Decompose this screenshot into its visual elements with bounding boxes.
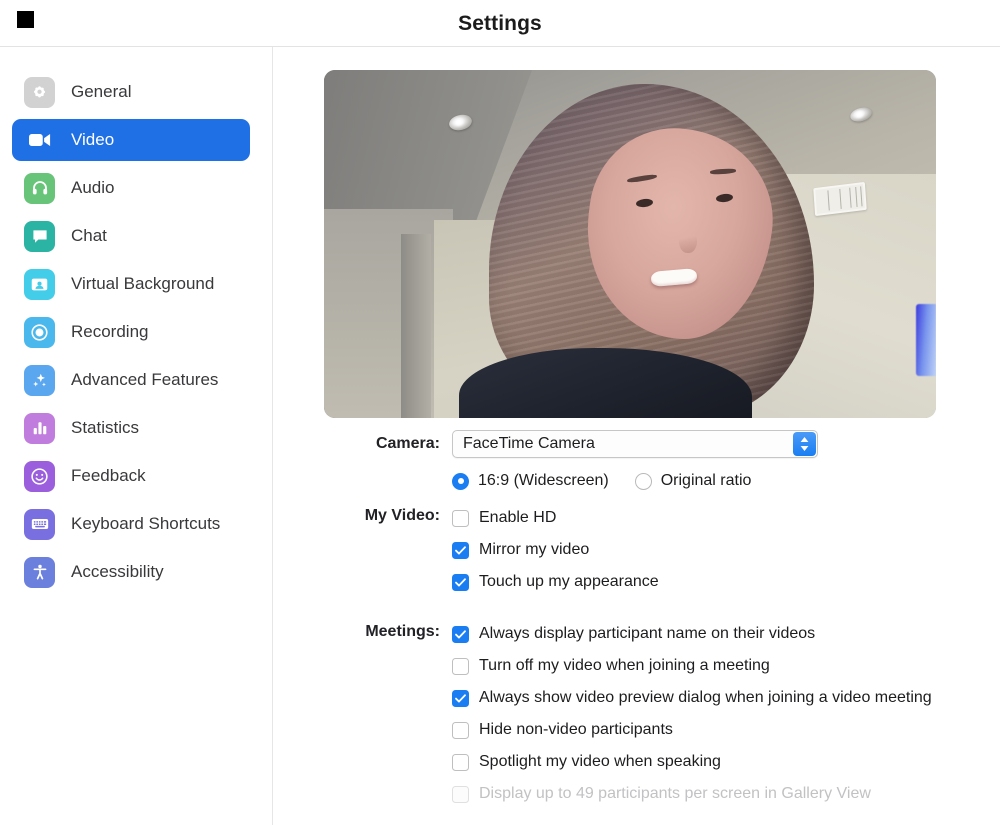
settings-window: Settings General Video Audio Chat Virtual Ba…	[0, 0, 1000, 825]
checkbox-enable-hd[interactable]	[452, 509, 469, 527]
my-video-row: My Video: Enable HD Mirror my video Touch …	[274, 502, 1000, 598]
sidebar-item-label: Feedback	[71, 466, 146, 485]
meetings-label: Meetings:	[365, 623, 440, 640]
checkbox-label: Always show video preview dialog when jo…	[479, 689, 932, 706]
accessibility-icon	[24, 556, 55, 588]
checkbox-mirror-my-video[interactable]	[452, 541, 469, 559]
sparkles-icon	[24, 364, 55, 396]
aspect-radio-original[interactable]	[634, 472, 652, 490]
camera-select[interactable]: FaceTime Camera	[452, 430, 818, 458]
person-card-icon	[24, 268, 55, 300]
sidebar-item-audio[interactable]: Audio	[12, 167, 250, 209]
blue-object	[916, 304, 936, 377]
sidebar-item-label: Audio	[71, 178, 115, 197]
sidebar: General Video Audio Chat Virtual Background R…	[0, 47, 273, 825]
my-video-options: Enable HD Mirror my video Touch up my appe…	[452, 502, 1000, 598]
checkbox-touch-up-my-appearance[interactable]	[452, 573, 469, 591]
camera-label: Camera:	[375, 435, 440, 452]
gear-icon	[24, 76, 55, 108]
checkbox-row[interactable]: Hide non-video participants	[452, 714, 1000, 746]
meetings-options: Always display participant name on their…	[452, 618, 1000, 810]
nose	[678, 226, 697, 253]
camera-row: Camera: FaceTime Camera 16:9 (Widescreen…	[274, 430, 1000, 490]
chevron-up-down-icon[interactable]	[793, 432, 816, 456]
sidebar-item-label: Accessibility	[71, 562, 164, 581]
sidebar-item-feedback[interactable]: Feedback	[12, 455, 250, 497]
keyboard-icon	[24, 508, 55, 540]
checkbox-label: Display up to 49 participants per screen…	[479, 785, 871, 802]
checkbox-row[interactable]: Mirror my video	[452, 534, 1000, 566]
my-video-label: My Video:	[364, 507, 440, 524]
checkbox-turn-off-my-video-when-joining-a-meeting[interactable]	[452, 657, 469, 675]
sidebar-item-advanced-features[interactable]: Advanced Features	[12, 359, 250, 401]
checkbox-row[interactable]: Always show video preview dialog when jo…	[452, 682, 1000, 714]
aspect-radio-label: 16:9 (Widescreen)	[478, 472, 609, 489]
sidebar-item-label: General	[71, 82, 132, 101]
checkbox-label: Touch up my appearance	[479, 573, 659, 590]
checkbox-row: Display up to 49 participants per screen…	[452, 778, 1000, 810]
checkbox-label: Mirror my video	[479, 541, 590, 558]
sidebar-item-label: Recording	[71, 322, 149, 341]
record-circle-icon	[24, 316, 55, 348]
sidebar-item-accessibility[interactable]: Accessibility	[12, 551, 250, 593]
title-bar: Settings	[0, 0, 1000, 47]
checkbox-label: Hide non-video participants	[479, 721, 673, 738]
checkbox-row[interactable]: Spotlight my video when speaking	[452, 746, 1000, 778]
sidebar-item-chat[interactable]: Chat	[12, 215, 250, 257]
checkbox-label: Turn off my video when joining a meeting	[479, 657, 770, 674]
checkbox-always-display-participant-name-on-their-videos[interactable]	[452, 625, 469, 643]
checkbox-display-up-to-49-participants-per-screen-in-gallery-view	[452, 785, 469, 803]
checkbox-label: Spotlight my video when speaking	[479, 753, 721, 770]
checkbox-row[interactable]: Turn off my video when joining a meeting	[452, 650, 1000, 682]
main-panel: Camera: FaceTime Camera 16:9 (Widescreen…	[274, 47, 1000, 825]
sidebar-item-recording[interactable]: Recording	[12, 311, 250, 353]
sidebar-item-label: Virtual Background	[71, 274, 215, 293]
sidebar-item-label: Keyboard Shortcuts	[71, 514, 221, 533]
sidebar-item-virtual-background[interactable]: Virtual Background	[12, 263, 250, 305]
page-title: Settings	[458, 11, 542, 35]
sidebar-item-statistics[interactable]: Statistics	[12, 407, 250, 449]
sidebar-item-label: Statistics	[71, 418, 140, 437]
checkbox-spotlight-my-video-when-speaking[interactable]	[452, 753, 469, 771]
checkbox-hide-non-video-participants[interactable]	[452, 721, 469, 739]
headphones-icon	[24, 172, 55, 204]
bar-chart-icon	[24, 412, 55, 444]
aspect-radio-label: Original ratio	[660, 472, 752, 489]
video-camera-icon	[24, 125, 55, 156]
smiley-face-icon	[24, 460, 55, 492]
sidebar-item-label: Video	[71, 130, 115, 149]
camera-select-value: FaceTime Camera	[463, 435, 595, 452]
sidebar-item-keyboard-shortcuts[interactable]: Keyboard Shortcuts	[12, 503, 250, 545]
video-settings-form: Camera: FaceTime Camera 16:9 (Widescreen…	[274, 430, 1000, 810]
checkbox-label: Enable HD	[479, 509, 557, 526]
video-preview[interactable]	[324, 70, 936, 418]
checkbox-always-show-video-preview-dialog-when-joining-a-video-meeting[interactable]	[452, 689, 469, 707]
air-vent	[812, 181, 867, 216]
aspect-radio-widescreen[interactable]	[452, 472, 469, 490]
sidebar-item-general[interactable]: General	[12, 71, 250, 113]
aspect-ratio-group: 16:9 (Widescreen) Original ratio	[452, 472, 1000, 490]
checkbox-label: Always display participant name on their…	[479, 625, 816, 642]
checkbox-row[interactable]: Enable HD	[452, 502, 1000, 534]
checkbox-row[interactable]: Touch up my appearance	[452, 566, 1000, 598]
chat-bubble-icon	[24, 220, 55, 252]
meetings-row: Meetings: Always display participant nam…	[274, 618, 1000, 810]
checkbox-row[interactable]: Always display participant name on their…	[452, 618, 1000, 650]
sidebar-item-label: Advanced Features	[71, 370, 219, 389]
sidebar-item-video[interactable]: Video	[12, 119, 250, 161]
preview-scene	[324, 70, 936, 418]
door-frame	[400, 233, 432, 418]
sidebar-item-label: Chat	[71, 226, 107, 245]
